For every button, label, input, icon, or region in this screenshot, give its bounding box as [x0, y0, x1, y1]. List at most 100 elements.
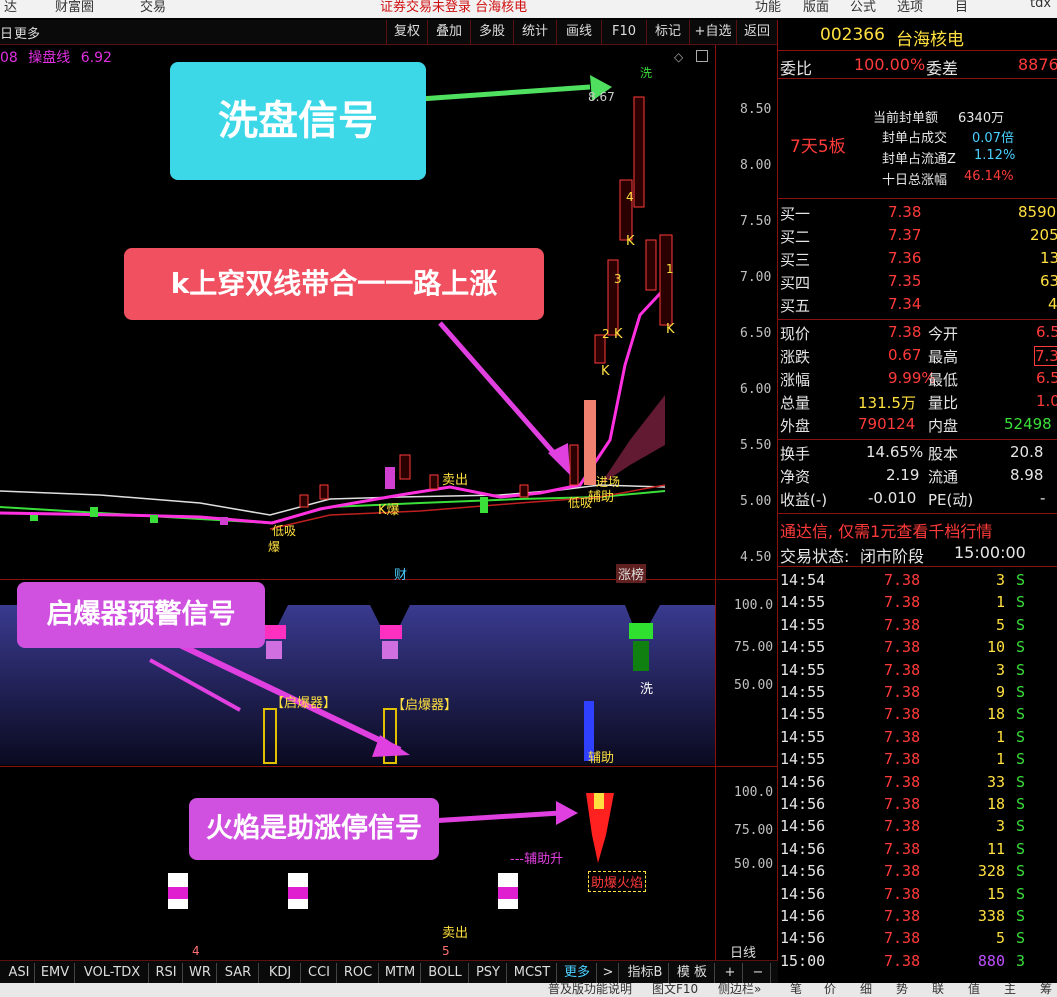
bid-price: 7.34: [888, 295, 922, 313]
day-line-label[interactable]: 日线: [730, 942, 756, 961]
tab-more[interactable]: 更多: [558, 963, 597, 983]
promo-row[interactable]: 通达信, 仅需1元查看千档行情: [778, 517, 1057, 542]
status-tab[interactable]: 势: [896, 983, 908, 997]
trade-status-value: 闭市阶段: [860, 547, 925, 566]
panel2-tick: 75.00: [734, 640, 774, 655]
tab-vol-tdx[interactable]: VOL-TDX: [76, 963, 149, 983]
chart-toolbar: 日 更多 复权 叠加 多股 统计 画线 F10 标记 +自选 返回: [0, 20, 778, 45]
tab-asi[interactable]: ASI: [4, 963, 35, 983]
period-label[interactable]: 日: [0, 23, 13, 42]
tick-volume: 5: [995, 615, 1005, 634]
tab-roc[interactable]: ROC: [338, 963, 379, 983]
draw-line-button[interactable]: 画线: [556, 20, 601, 44]
menu-item-layout[interactable]: 版面: [803, 0, 829, 15]
tick-price: 7.38: [884, 750, 921, 769]
tick-time: 14:55: [780, 683, 826, 701]
quote-label: 总量: [780, 394, 811, 412]
menu-item-function[interactable]: 功能: [755, 0, 781, 15]
tick-row: 15:00 7.38 880 3: [778, 951, 1057, 973]
tick-time: 14:55: [780, 660, 826, 679]
tick-side: S: [1016, 571, 1026, 589]
menu-item-options[interactable]: 选项: [897, 0, 923, 15]
divider: [778, 50, 1057, 51]
fund-label: 净资: [780, 468, 811, 486]
tick-row: 14:56 7.38 328 S: [778, 861, 1057, 883]
remove-panel-button[interactable]: −: [746, 963, 771, 983]
menu-item-trade[interactable]: 交易: [140, 0, 166, 15]
callout-k-cross: k上穿双线带合一一路上涨: [124, 248, 544, 320]
status-sidebar-link[interactable]: 侧边栏»: [718, 983, 761, 997]
detonator-mark-1: [264, 625, 286, 639]
board-row: 封单占流通Z 1.12%: [778, 147, 1057, 169]
trade-status-row: 交易状态: 闭市阶段 15:00:00: [778, 542, 1057, 566]
stock-code: 002366: [820, 25, 885, 45]
menu-item-0[interactable]: 达: [4, 0, 17, 15]
tab-psy[interactable]: PSY: [470, 963, 507, 983]
add-watchlist-button[interactable]: +自选: [689, 20, 736, 44]
tick-price: 7.38: [884, 615, 921, 634]
tick-side: 3: [1016, 951, 1026, 970]
bid-row: 买四 7.35 63: [778, 271, 1057, 293]
quote-row: 外盘 790124 内盘 52498: [778, 414, 1057, 436]
k-marker: K: [601, 364, 610, 379]
tick-volume: 3: [995, 660, 1005, 679]
sell-label: 卖出: [442, 473, 469, 488]
overlay-button[interactable]: 叠加: [427, 20, 470, 44]
status-tab[interactable]: 主: [1004, 983, 1016, 997]
quote-label: 现价: [780, 325, 811, 343]
quote-row: 涨跌 0.67 最高 7.3: [778, 345, 1057, 367]
tick-row: 14:54 7.38 3 S: [778, 570, 1057, 592]
tab-mtm[interactable]: MTM: [380, 963, 421, 983]
status-tab[interactable]: 价: [824, 983, 836, 997]
detonator-mark-2: [380, 625, 402, 639]
price-tick: 4.50: [740, 550, 772, 565]
menu-item-tdx[interactable]: tdx: [1030, 0, 1051, 11]
status-help-link[interactable]: 普及版功能说明: [548, 983, 632, 997]
menu-item-window[interactable]: 目: [955, 0, 968, 15]
tab-emv[interactable]: EMV: [36, 963, 75, 983]
tab-wr[interactable]: WR: [184, 963, 217, 983]
zhangbang-label: 涨榜: [616, 564, 647, 583]
wave-label-2: 2: [602, 327, 610, 341]
tick-price: 7.38: [884, 571, 921, 589]
panel3-tick: 100.0: [734, 785, 774, 800]
add-panel-button[interactable]: +: [718, 963, 743, 983]
axis-divider: [715, 45, 716, 960]
status-tab[interactable]: 值: [968, 983, 980, 997]
menu-item-formula[interactable]: 公式: [850, 0, 876, 15]
tick-row: 14:56 7.38 33 S: [778, 772, 1057, 794]
weicha-label: 委差: [926, 59, 959, 78]
tab-sar[interactable]: SAR: [218, 963, 259, 983]
status-tab[interactable]: 笔: [790, 983, 802, 997]
status-tab[interactable]: 联: [932, 983, 944, 997]
stats-button[interactable]: 统计: [513, 20, 556, 44]
tick-volume: 11: [986, 839, 1005, 858]
multi-stock-button[interactable]: 多股: [470, 20, 513, 44]
tick-price: 7.38: [884, 951, 921, 970]
tab-mcst[interactable]: MCST: [508, 963, 557, 983]
status-tab[interactable]: 筹: [1040, 983, 1052, 997]
menu-item-caifuquan[interactable]: 财富圈: [55, 0, 94, 15]
divider: [778, 319, 1057, 320]
tick-time: 14:56: [780, 839, 826, 858]
status-tab[interactable]: 细: [860, 983, 872, 997]
tick-side: S: [1016, 884, 1026, 903]
tab-rsi[interactable]: RSI: [150, 963, 183, 983]
more-dropdown[interactable]: 更多: [14, 23, 40, 42]
tab-next-icon[interactable]: >: [598, 963, 619, 983]
bid-row: 买三 7.36 13: [778, 248, 1057, 270]
tab-template[interactable]: 模 板: [670, 963, 715, 983]
status-f10-link[interactable]: 图文F10: [652, 983, 698, 997]
f10-button[interactable]: F10: [601, 20, 646, 44]
quote-value: 790124: [858, 415, 916, 433]
promo-link[interactable]: 通达信, 仅需1元查看千档行情: [780, 518, 992, 542]
price-tick: 7.50: [740, 214, 772, 229]
restore-rights-button[interactable]: 复权: [386, 20, 427, 44]
tab-boll[interactable]: BOLL: [422, 963, 469, 983]
back-button[interactable]: 返回: [736, 20, 777, 44]
tab-kdj[interactable]: KDJ: [260, 963, 301, 983]
tab-cci[interactable]: CCI: [302, 963, 337, 983]
tab-indicator-b[interactable]: 指标B: [622, 963, 669, 983]
mark-button[interactable]: 标记: [646, 20, 689, 44]
tick-side: S: [1016, 683, 1026, 701]
